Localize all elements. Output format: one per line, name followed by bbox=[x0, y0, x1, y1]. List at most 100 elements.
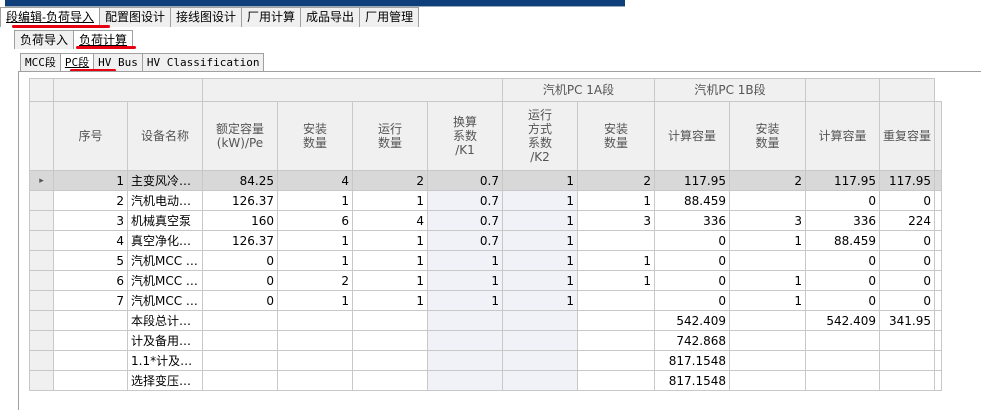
table-cell[interactable] bbox=[577, 310, 655, 331]
table-cell[interactable]: 0.7 bbox=[427, 210, 503, 231]
table-cell[interactable] bbox=[53, 310, 128, 331]
table-cell[interactable] bbox=[277, 330, 353, 351]
table-cell[interactable]: 0.7 bbox=[427, 230, 503, 251]
table-cell[interactable]: 1 bbox=[352, 290, 428, 311]
table-cell[interactable] bbox=[277, 350, 353, 371]
table-cell[interactable]: 汽机MCC … bbox=[127, 250, 203, 271]
table-cell[interactable]: 0 bbox=[202, 250, 278, 271]
tab-plant-calc[interactable]: 厂用计算 bbox=[241, 7, 302, 27]
table-cell[interactable]: 1 bbox=[277, 230, 353, 251]
table-cell[interactable] bbox=[805, 330, 880, 351]
table-cell[interactable] bbox=[577, 230, 655, 251]
table-cell[interactable]: 0 bbox=[202, 290, 278, 311]
row-header[interactable]: ▸ bbox=[29, 170, 54, 191]
table-cell[interactable]: 817.1548 bbox=[654, 350, 730, 371]
table-cell[interactable]: 817.1548 bbox=[654, 370, 730, 391]
column-header[interactable]: 额定容量 (kW)/Pe bbox=[202, 101, 278, 171]
table-cell[interactable]: 汽机MCC … bbox=[127, 270, 203, 291]
table-cell[interactable] bbox=[577, 290, 655, 311]
table-cell[interactable]: 0 bbox=[805, 250, 880, 271]
table-cell[interactable]: 117.95 bbox=[654, 170, 730, 191]
table-cell[interactable] bbox=[729, 350, 806, 371]
row-header[interactable] bbox=[29, 210, 54, 231]
table-row[interactable]: 3 机械真空泵 160 6 4 0.7 1 3 336 3 336 224 bbox=[29, 210, 943, 231]
table-cell[interactable]: 汽机电动… bbox=[127, 190, 203, 211]
table-cell[interactable]: 7 bbox=[53, 290, 128, 311]
table-cell[interactable]: 341.95 bbox=[878, 310, 936, 331]
table-cell[interactable] bbox=[729, 190, 806, 211]
table-cell[interactable]: 336 bbox=[805, 210, 880, 231]
table-cell[interactable] bbox=[202, 370, 278, 391]
table-cell[interactable]: 1 bbox=[352, 190, 428, 211]
table-cell[interactable]: 1 bbox=[277, 190, 353, 211]
table-cell[interactable]: 160 bbox=[202, 210, 278, 231]
table-cell[interactable]: 3 bbox=[729, 210, 806, 231]
table-row[interactable]: 2 汽机电动… 126.37 1 1 0.7 1 1 88.459 0 0 bbox=[29, 190, 943, 211]
table-cell[interactable] bbox=[352, 370, 428, 391]
table-row[interactable]: 4 真空净化… 126.37 1 1 0.7 1 0 1 88.459 0 bbox=[29, 230, 943, 251]
table-cell[interactable]: 1 bbox=[277, 290, 353, 311]
table-cell[interactable]: 117.95 bbox=[878, 170, 936, 191]
table-cell[interactable] bbox=[427, 350, 503, 371]
table-cell[interactable] bbox=[352, 310, 428, 331]
table-cell[interactable]: 汽机MCC … bbox=[127, 290, 203, 311]
table-cell[interactable]: 1 bbox=[53, 170, 128, 191]
table-cell[interactable]: 0 bbox=[878, 270, 936, 291]
table-cell[interactable] bbox=[577, 330, 655, 351]
table-cell[interactable]: 1 bbox=[502, 250, 578, 271]
table-cell[interactable]: 真空净化… bbox=[127, 230, 203, 251]
table-cell[interactable] bbox=[878, 330, 936, 351]
table-cell[interactable] bbox=[805, 350, 880, 371]
table-cell[interactable]: 0 bbox=[878, 230, 936, 251]
table-cell[interactable]: 2 bbox=[277, 270, 353, 291]
row-header[interactable] bbox=[29, 250, 54, 271]
table-cell[interactable] bbox=[53, 330, 128, 351]
tab-wiring-design[interactable]: 接线图设计 bbox=[170, 7, 243, 27]
table-row[interactable]: 计及备用… 742.868 bbox=[29, 330, 943, 351]
table-cell[interactable]: 1 bbox=[352, 250, 428, 271]
table-cell[interactable]: 1 bbox=[502, 290, 578, 311]
table-cell[interactable]: 1 bbox=[502, 190, 578, 211]
table-cell[interactable] bbox=[729, 370, 806, 391]
table-cell[interactable]: 选择变压… bbox=[127, 370, 203, 391]
table-cell[interactable] bbox=[202, 350, 278, 371]
table-cell[interactable]: 4 bbox=[277, 170, 353, 191]
table-cell[interactable]: 0 bbox=[654, 250, 730, 271]
row-header[interactable] bbox=[29, 230, 54, 251]
table-cell[interactable] bbox=[878, 350, 936, 371]
tab-load-import[interactable]: 负荷导入 bbox=[14, 30, 75, 49]
table-cell[interactable]: 0.7 bbox=[427, 190, 503, 211]
table-cell[interactable]: 542.409 bbox=[654, 310, 730, 331]
table-cell[interactable]: 1 bbox=[502, 270, 578, 291]
table-cell[interactable]: 1 bbox=[502, 230, 578, 251]
column-header[interactable]: 安装 数量 bbox=[277, 101, 353, 171]
table-cell[interactable]: 0 bbox=[878, 290, 936, 311]
column-header[interactable]: 设备名称 bbox=[127, 101, 203, 171]
table-cell[interactable]: 0 bbox=[878, 190, 936, 211]
table-cell[interactable] bbox=[502, 370, 578, 391]
tab-plant-manage[interactable]: 厂用管理 bbox=[359, 7, 420, 27]
table-cell[interactable]: 1 bbox=[577, 250, 655, 271]
table-cell[interactable]: 0 bbox=[202, 270, 278, 291]
table-cell[interactable]: 计及备用… bbox=[127, 330, 203, 351]
table-cell[interactable]: 主变风冷… bbox=[127, 170, 203, 191]
table-cell[interactable]: 742.868 bbox=[654, 330, 730, 351]
table-row[interactable]: 5 汽机MCC … 0 1 1 1 1 1 0 0 0 bbox=[29, 250, 943, 271]
table-cell[interactable]: 1 bbox=[502, 170, 578, 191]
table-cell[interactable] bbox=[427, 330, 503, 351]
table-cell[interactable]: 224 bbox=[878, 210, 936, 231]
row-header[interactable] bbox=[29, 190, 54, 211]
table-row[interactable]: 6 汽机MCC … 0 2 1 1 1 1 0 1 0 0 bbox=[29, 270, 943, 291]
table-cell[interactable] bbox=[805, 370, 880, 391]
table-cell[interactable]: 4 bbox=[352, 210, 428, 231]
table-cell[interactable]: 84.25 bbox=[202, 170, 278, 191]
table-cell[interactable]: 1 bbox=[502, 210, 578, 231]
tab-export[interactable]: 成品导出 bbox=[300, 7, 361, 27]
table-cell[interactable]: 0.7 bbox=[427, 170, 503, 191]
table-cell[interactable]: 88.459 bbox=[805, 230, 880, 251]
table-cell[interactable]: 6 bbox=[53, 270, 128, 291]
table-cell[interactable]: 5 bbox=[53, 250, 128, 271]
table-cell[interactable]: 0 bbox=[805, 290, 880, 311]
table-cell[interactable]: 6 bbox=[277, 210, 353, 231]
column-header[interactable]: 计算容量 bbox=[805, 101, 880, 171]
